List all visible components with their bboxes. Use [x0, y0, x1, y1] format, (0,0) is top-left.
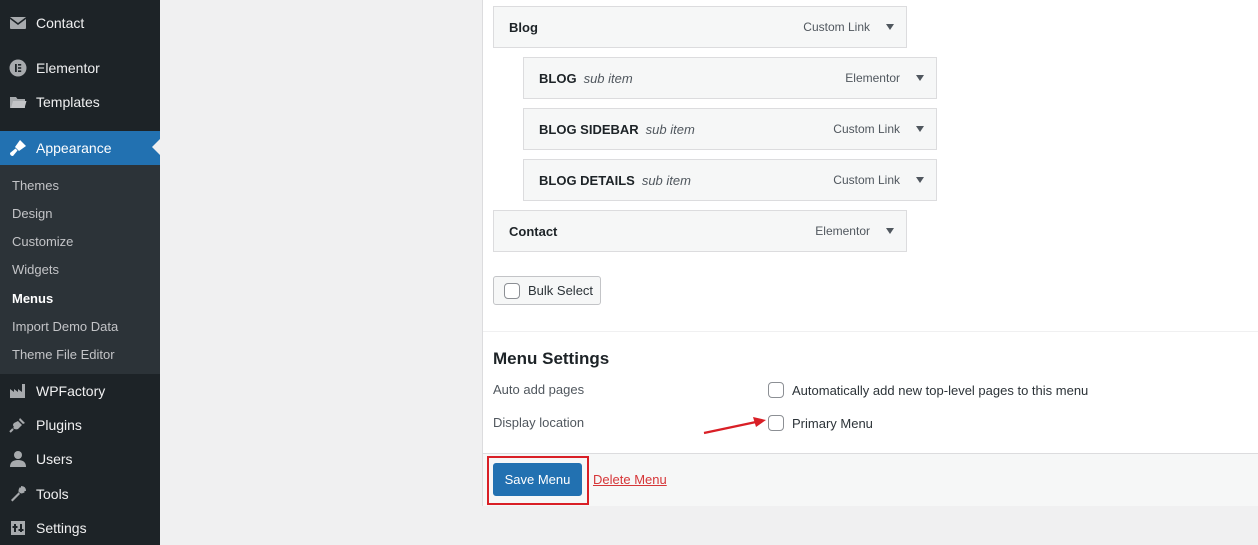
caret-down-icon[interactable]	[886, 228, 894, 234]
elementor-icon	[9, 59, 27, 77]
sidebar-item-label: WPFactory	[36, 383, 106, 399]
sidebar-item-label: Settings	[36, 520, 87, 536]
sidebar-item-label: Templates	[36, 94, 100, 110]
wrench-icon	[9, 485, 27, 503]
caret-down-icon[interactable]	[916, 75, 924, 81]
bulk-select-button[interactable]: Bulk Select	[493, 276, 601, 305]
auto-add-pages-label: Auto add pages	[493, 382, 585, 397]
divider	[483, 331, 1258, 332]
sidebar-item-label: Contact	[36, 15, 85, 31]
appearance-submenu: Themes Design Customize Widgets Menus Im…	[0, 165, 160, 374]
save-menu-button[interactable]: Save Menu	[493, 463, 582, 496]
sidebar-item-appearance[interactable]: Appearance	[0, 131, 160, 165]
primary-menu-option-label: Primary Menu	[792, 415, 873, 431]
auto-add-option-label: Automatically add new top-level pages to…	[792, 382, 1089, 398]
primary-menu-checkbox[interactable]	[768, 415, 784, 431]
bulk-select-checkbox[interactable]	[504, 282, 520, 299]
sidebar-item-label: Plugins	[36, 417, 82, 433]
bulk-select-label: Bulk Select	[528, 283, 594, 298]
sidebar-item-label: Users	[36, 451, 73, 467]
plugin-icon	[9, 416, 27, 434]
settings-icon	[9, 519, 27, 537]
sidebar-item-templates[interactable]: Templates	[0, 85, 160, 119]
menu-item-blog-sidebar[interactable]: BLOG SIDEBAR sub item Custom Link	[523, 108, 937, 150]
mail-icon	[9, 14, 27, 32]
caret-down-icon[interactable]	[886, 24, 894, 30]
auto-add-option[interactable]: Automatically add new top-level pages to…	[768, 382, 1088, 398]
sub-item-tag: sub item	[583, 70, 633, 86]
caret-down-icon[interactable]	[916, 177, 924, 183]
submenu-theme-file-editor[interactable]: Theme File Editor	[12, 347, 115, 362]
sidebar-item-contact[interactable]: Contact	[0, 6, 160, 40]
menu-item-blog-sub[interactable]: BLOG sub item Elementor	[523, 57, 937, 99]
submenu-menus[interactable]: Menus	[12, 291, 53, 306]
submenu-import-demo-data[interactable]: Import Demo Data	[12, 319, 118, 334]
sidebar-item-label: Elementor	[36, 60, 100, 76]
admin-sidebar: Contact Elementor Templates Appearance T…	[0, 0, 160, 545]
sidebar-item-plugins[interactable]: Plugins	[0, 408, 160, 442]
caret-down-icon[interactable]	[916, 126, 924, 132]
submenu-design[interactable]: Design	[12, 206, 52, 221]
folder-icon	[9, 93, 27, 111]
menu-item-contact[interactable]: Contact Elementor	[493, 210, 907, 252]
primary-menu-option[interactable]: Primary Menu	[768, 415, 873, 431]
menu-item-blog-details[interactable]: BLOG DETAILS sub item Custom Link	[523, 159, 937, 201]
menu-item-type: Custom Link	[833, 173, 900, 187]
menu-item-title: BLOG DETAILS sub item	[539, 172, 691, 188]
sidebar-item-wpfactory[interactable]: WPFactory	[0, 374, 160, 408]
sidebar-item-tools[interactable]: Tools	[0, 477, 160, 511]
sidebar-item-elementor[interactable]: Elementor	[0, 51, 160, 85]
submenu-widgets[interactable]: Widgets	[12, 262, 59, 277]
annotation-arrow-icon	[703, 417, 766, 435]
menu-item-type: Elementor	[815, 224, 870, 238]
menu-item-title: BLOG SIDEBAR sub item	[539, 121, 695, 137]
sidebar-item-label: Appearance	[36, 140, 112, 156]
delete-menu-link[interactable]: Delete Menu	[593, 472, 667, 487]
menu-item-type: Elementor	[845, 71, 900, 85]
menu-item-title: Blog	[509, 19, 538, 35]
paintbrush-icon	[9, 139, 27, 157]
sidebar-item-users[interactable]: Users	[0, 442, 160, 476]
menu-item-type: Custom Link	[803, 20, 870, 34]
menu-item-blog[interactable]: Blog Custom Link	[493, 6, 907, 48]
sidebar-item-label: Tools	[36, 486, 69, 502]
menu-item-title: BLOG sub item	[539, 70, 633, 86]
menu-item-title: Contact	[509, 223, 558, 239]
menu-settings-heading: Menu Settings	[493, 349, 610, 368]
submenu-themes[interactable]: Themes	[12, 178, 59, 193]
sidebar-item-settings[interactable]: Settings	[0, 511, 160, 545]
menu-item-type: Custom Link	[833, 122, 900, 136]
sub-item-tag: sub item	[645, 121, 695, 137]
factory-icon	[9, 382, 27, 400]
user-icon	[9, 450, 27, 468]
auto-add-checkbox[interactable]	[768, 382, 784, 398]
submenu-customize[interactable]: Customize	[12, 234, 73, 249]
sub-item-tag: sub item	[641, 172, 691, 188]
display-location-label: Display location	[493, 415, 585, 430]
